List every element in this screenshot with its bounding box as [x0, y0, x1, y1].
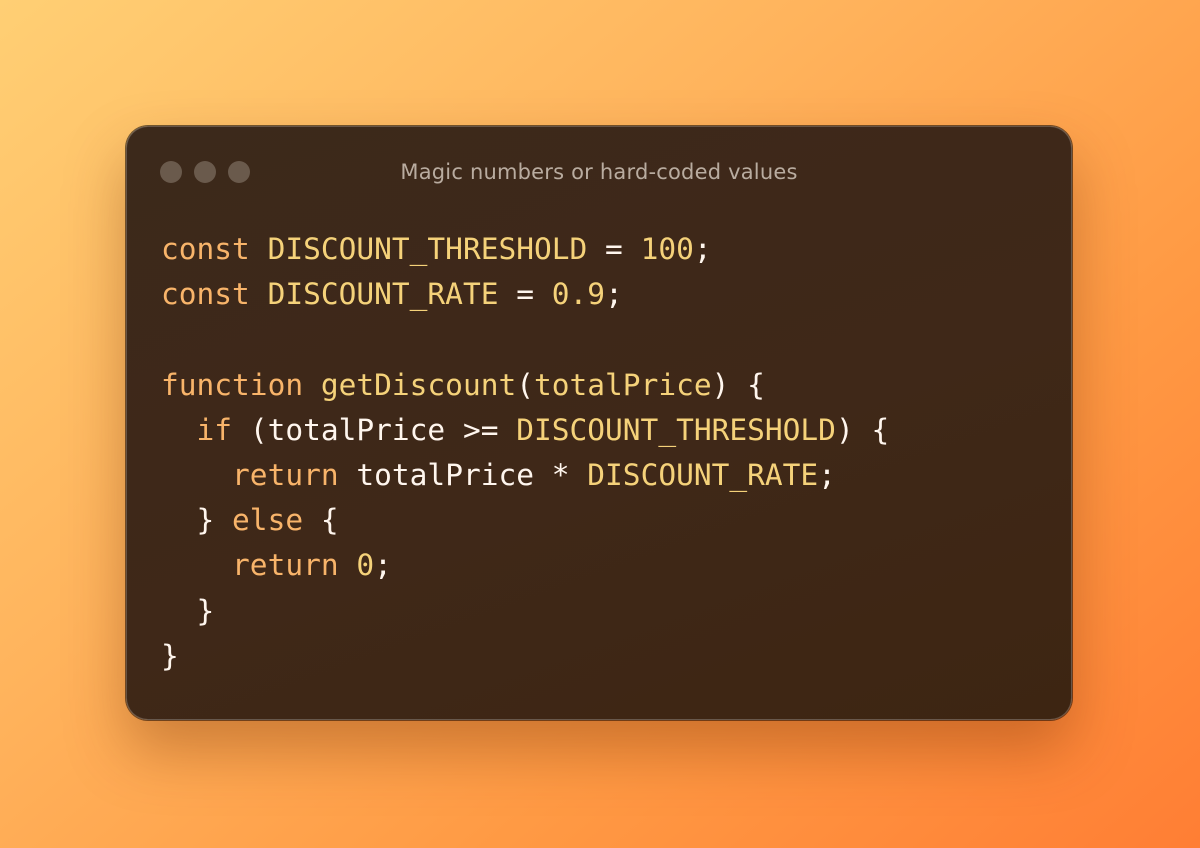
code-token-plain: ; [818, 457, 836, 492]
code-token-keyword: if [196, 412, 233, 447]
code-token-keyword: const [161, 232, 250, 266]
code-line: return totalPrice * DISCOUNT_RATE; [161, 453, 889, 498]
code-line: return 0; [161, 543, 889, 588]
code-token-number: 0 [356, 548, 375, 583]
code-token-plain: ; [374, 548, 392, 583]
code-token-plain: ( [516, 367, 534, 402]
code-token-constant: DISCOUNT_THRESHOLD [267, 232, 588, 266]
code-token-plain: totalPrice * [338, 457, 588, 492]
code-token-constant: DISCOUNT_THRESHOLD [516, 412, 836, 447]
code-line: const DISCOUNT_THRESHOLD = 100; [161, 227, 889, 272]
code-token-plain: } [161, 503, 233, 538]
code-token-constant: DISCOUNT_RATE [267, 277, 499, 312]
code-token-keyword: else [232, 503, 304, 538]
code-token-plain: ) { [835, 412, 890, 447]
code-line: if (totalPrice >= DISCOUNT_THRESHOLD) { [161, 408, 890, 453]
code-token-function: getDiscount [320, 367, 517, 402]
code-token-keyword: return [232, 548, 339, 583]
code-token-plain: = [498, 277, 552, 312]
code-token-plain: { [303, 503, 339, 538]
code-line: } [161, 634, 889, 679]
code-token-plain: ; [605, 277, 623, 312]
window-title: Magic numbers or hard-coded values [400, 160, 798, 184]
code-token-plain: } [161, 638, 179, 673]
code-token-number: 0.9 [551, 277, 606, 312]
code-token-plain: ) { [711, 367, 765, 402]
code-token-keyword: function [161, 367, 304, 402]
code-line: } else { [161, 498, 889, 543]
code-block: const DISCOUNT_THRESHOLD = 100; const DIS… [161, 227, 889, 679]
code-token-plain: ; [693, 232, 712, 266]
code-token-constant: DISCOUNT_RATE [587, 457, 819, 492]
code-token-keyword: const [161, 277, 250, 312]
window-titlebar: Magic numbers or hard-coded values [127, 127, 1071, 223]
code-token-plain: = [587, 232, 641, 266]
code-token-function: totalPrice [534, 367, 712, 402]
code-line: const DISCOUNT_RATE = 0.9; [161, 272, 889, 317]
code-window: Magic numbers or hard-coded values const… [126, 126, 1072, 720]
code-line: function getDiscount(totalPrice) { [161, 363, 889, 408]
code-token-number: 100 [640, 232, 694, 266]
code-token-plain: } [161, 593, 215, 628]
code-line: } [161, 589, 889, 634]
code-token-keyword: return [232, 457, 339, 492]
code-token-plain: (totalPrice >= [232, 412, 517, 447]
